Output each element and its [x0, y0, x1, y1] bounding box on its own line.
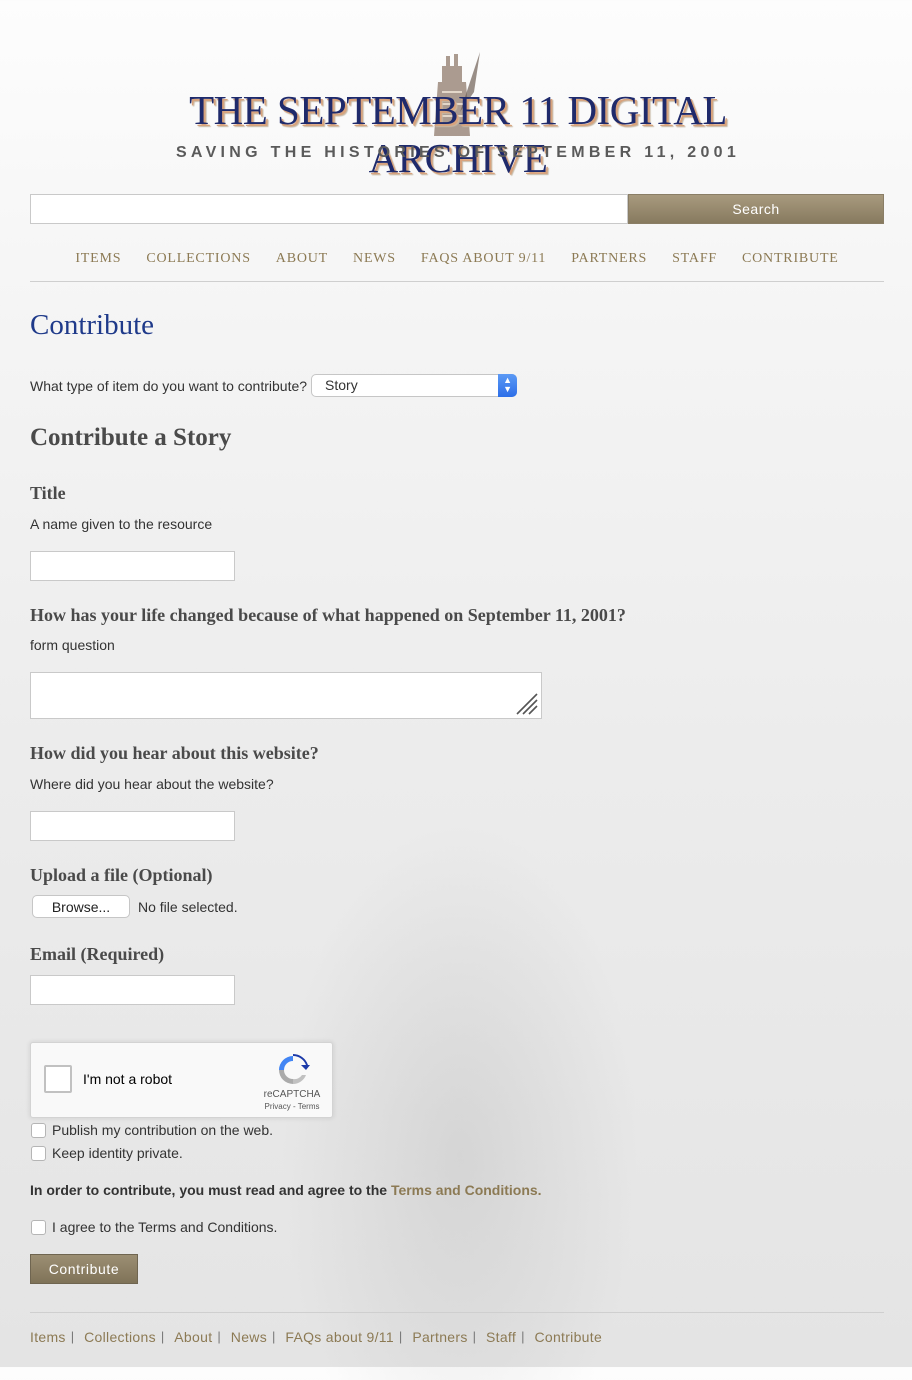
background-tower-image	[280, 820, 640, 1380]
footer-item-items[interactable]: Items	[30, 1329, 66, 1345]
nav-item-about[interactable]: ABOUT	[276, 247, 328, 281]
agree-label: I agree to the Terms and Conditions.	[52, 1219, 278, 1235]
footer-item-faqs[interactable]: FAQs about 9/11	[285, 1329, 394, 1345]
footer-separator: |	[272, 1329, 276, 1344]
email-field-label: Email (Required)	[30, 944, 165, 964]
publish-checkbox[interactable]	[31, 1122, 46, 1138]
nav-item-news[interactable]: NEWS	[353, 247, 396, 281]
title-field-label: Title	[30, 483, 66, 503]
title-field[interactable]	[30, 551, 235, 581]
recaptcha-checkbox[interactable]	[44, 1065, 72, 1093]
footer-item-collections[interactable]: Collections	[84, 1329, 156, 1345]
hear-about-field-description: Where did you hear about the website?	[30, 776, 274, 792]
footer-separator: |	[398, 1329, 403, 1344]
page-title: Contribute	[30, 309, 155, 341]
nav-item-partners[interactable]: PARTNERS	[571, 247, 647, 281]
agree-option: I agree to the Terms and Conditions.	[31, 1219, 277, 1235]
item-type-select[interactable]: Story ▲ ▼	[311, 374, 518, 397]
item-type-selected-value: Story	[325, 377, 358, 393]
life-changed-textarea[interactable]	[30, 672, 542, 719]
title-field-description: A name given to the resource	[30, 516, 213, 532]
nav-item-staff[interactable]: STAFF	[672, 247, 717, 281]
private-label: Keep identity private.	[52, 1145, 183, 1161]
footer-item-about[interactable]: About	[174, 1329, 212, 1345]
terms-link[interactable]: Terms and Conditions.	[391, 1182, 542, 1198]
nav-item-contribute[interactable]: CONTRIBUTE	[742, 247, 839, 281]
recaptcha-logo-icon	[279, 1054, 310, 1084]
life-changed-field-label: How has your life changed because of wha…	[30, 605, 626, 625]
recaptcha-label: I'm not a robot	[83, 1071, 173, 1087]
recaptcha-brand: reCAPTCHA	[263, 1089, 321, 1100]
footer-item-contribute[interactable]: Contribute	[534, 1329, 602, 1345]
life-changed-field-description: form question	[30, 637, 115, 653]
private-option: Keep identity private.	[31, 1145, 183, 1161]
recaptcha-privacy-terms-link[interactable]: Privacy - Terms	[259, 1102, 325, 1111]
terms-note: In order to contribute, you must read an…	[30, 1182, 542, 1198]
footer-item-news[interactable]: News	[231, 1329, 267, 1345]
section-title: Contribute a Story	[30, 424, 232, 451]
resize-grip-icon[interactable]	[513, 690, 539, 716]
hear-about-field-label: How did you hear about this website?	[30, 743, 319, 763]
footer-item-partners[interactable]: Partners	[412, 1329, 467, 1345]
recaptcha-widget: I'm not a robot reCAPTCHA Privacy - Term…	[30, 1042, 333, 1118]
publish-option: Publish my contribution on the web.	[31, 1122, 273, 1138]
main-nav: ITEMS COLLECTIONS ABOUT NEWS FAQS ABOUT …	[30, 247, 884, 282]
footer-separator: |	[521, 1329, 525, 1344]
nav-item-items[interactable]: ITEMS	[75, 247, 121, 281]
footer-separator: |	[160, 1329, 165, 1344]
hear-about-field[interactable]	[30, 811, 235, 841]
footer-separator: |	[472, 1329, 477, 1344]
footer-separator: |	[70, 1329, 75, 1344]
file-status: No file selected.	[138, 898, 238, 915]
email-field[interactable]	[30, 975, 235, 1005]
search-bar: Search	[30, 194, 884, 224]
upload-field-label: Upload a file (Optional)	[30, 865, 213, 885]
nav-item-faqs[interactable]: FAQS ABOUT 9/11	[421, 247, 546, 281]
item-type-row: What type of item do you want to contrib…	[30, 374, 518, 397]
file-upload-row: Browse... No file selected.	[32, 895, 238, 918]
item-type-label: What type of item do you want to contrib…	[30, 377, 308, 394]
search-button[interactable]: Search	[628, 194, 884, 224]
terms-note-text: In order to contribute, you must read an…	[30, 1182, 391, 1198]
search-input[interactable]	[30, 194, 628, 224]
site-title: THE SEPTEMBER 11 DIGITAL ARCHIVE	[189, 87, 727, 181]
agree-checkbox[interactable]	[31, 1219, 46, 1235]
footer-nav: Items | Collections | About | News | FAQs ab…	[30, 1312, 884, 1345]
private-checkbox[interactable]	[31, 1145, 46, 1161]
nav-item-collections[interactable]: COLLECTIONS	[146, 247, 250, 281]
contribute-button[interactable]: Contribute	[30, 1254, 138, 1284]
footer-item-staff[interactable]: Staff	[486, 1329, 516, 1345]
publish-label: Publish my contribution on the web.	[52, 1122, 274, 1138]
footer-separator: |	[217, 1329, 221, 1344]
browse-button[interactable]: Browse...	[32, 895, 130, 918]
site-logo[interactable]: THE SEPTEMBER 11 DIGITAL ARCHIVE SAVING …	[138, 52, 778, 181]
site-tagline: SAVING THE HISTORIES OF SEPTEMBER 11, 20…	[175, 144, 741, 161]
select-arrows-icon: ▲ ▼	[498, 374, 518, 397]
